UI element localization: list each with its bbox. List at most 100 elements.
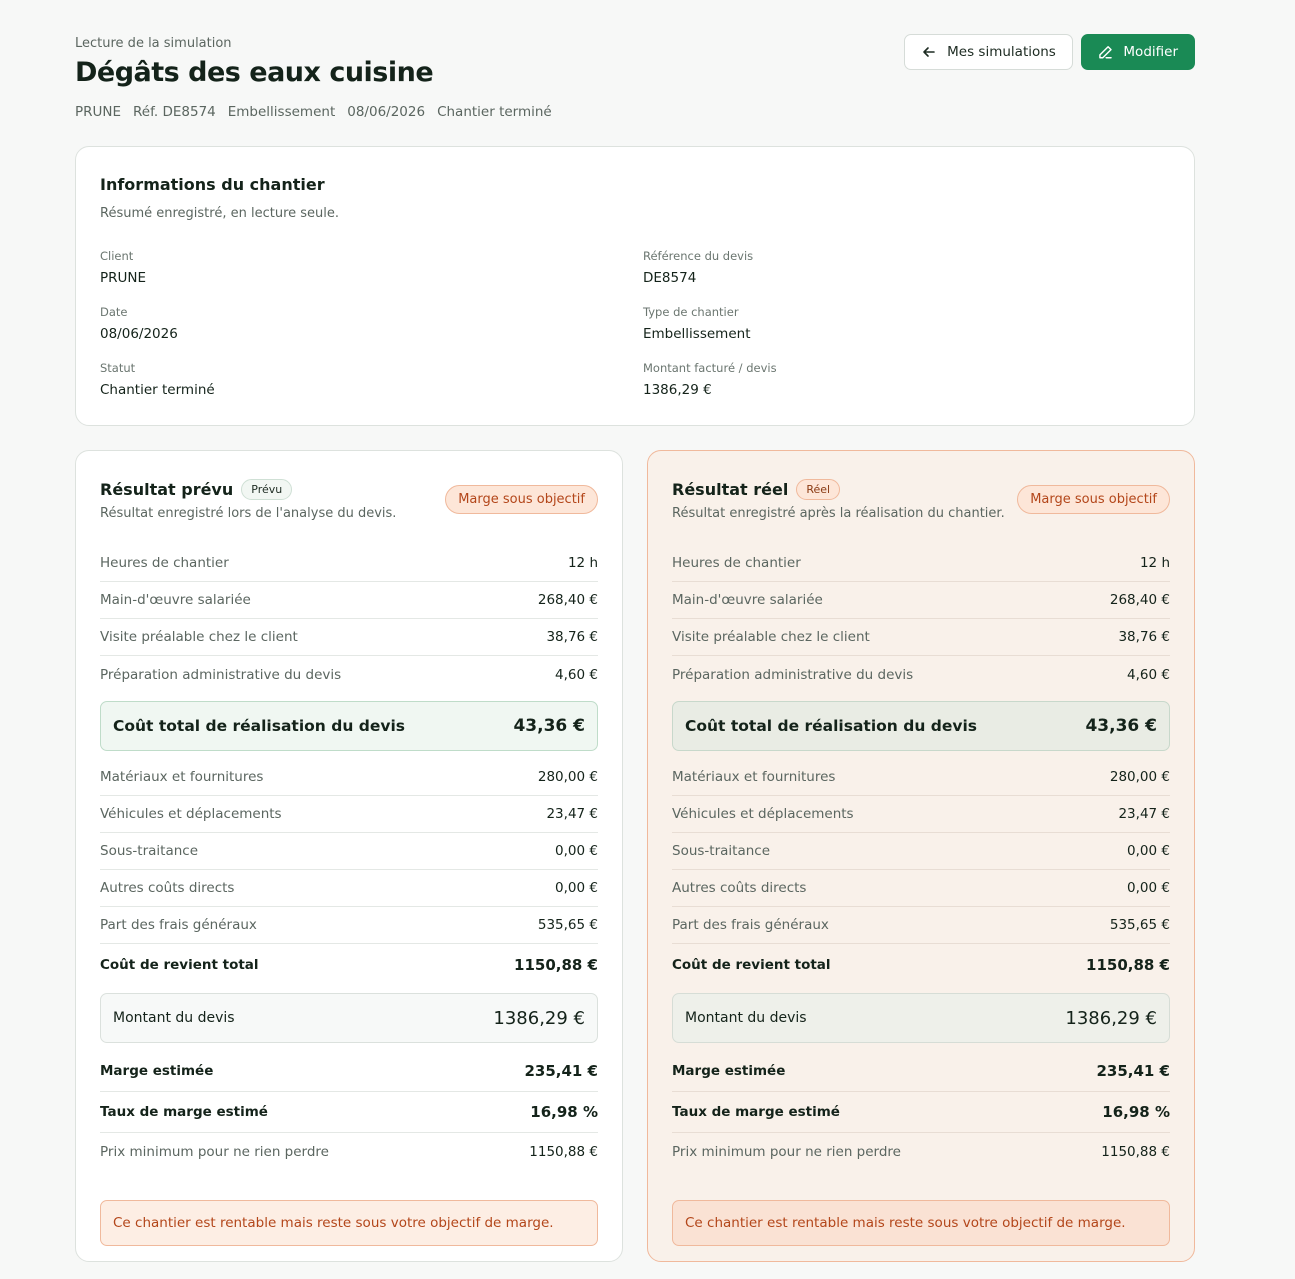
row-vehicles: Véhicules et déplacements 23,47 €: [100, 796, 598, 833]
row-label: Prix minimum pour ne rien perdre: [672, 1143, 901, 1160]
row-label: Autres coûts directs: [100, 880, 235, 896]
row-margin-rate: Taux de marge estimé 16,98 %: [672, 1092, 1170, 1133]
row-value: 0,00 €: [555, 880, 598, 896]
site-info-subtitle: Résumé enregistré, en lecture seule.: [100, 206, 340, 221]
real-result-header: Résultat réel Réel Résultat enregistré a…: [672, 479, 1170, 527]
row-label: Heures de chantier: [100, 555, 229, 571]
row-value: 38,76 €: [1118, 629, 1170, 645]
row-margin-rate: Taux de marge estimé 16,98 %: [100, 1092, 598, 1133]
row-value: 12 h: [1139, 555, 1170, 571]
row-label: Préparation administrative du devis: [100, 666, 342, 683]
row-admin-prep: Préparation administrative du devis 4,60 …: [100, 656, 598, 693]
row-label: Taux de marge estimé: [672, 1104, 840, 1120]
row-site-hours: Heures de chantier 12 h: [100, 545, 598, 582]
row-estimated-margin: Marge estimée 235,41 €: [672, 1051, 1170, 1092]
page-meta: PRUNE Réf. DE8574 Embellissement 08/06/2…: [75, 104, 1195, 120]
quote-amount-box: Montant du devis 1386,29 €: [672, 993, 1170, 1043]
row-total-cost: Coût de revient total 1150,88 €: [672, 944, 1170, 985]
info-value: Embellissement: [643, 326, 751, 342]
row-value: 1150,88 €: [529, 1143, 598, 1160]
row-label: Main-d'œuvre salariée: [100, 592, 251, 608]
row-materials: Matériaux et fournitures 280,00 €: [100, 759, 598, 796]
amount-value: 1386,29 €: [493, 1007, 585, 1029]
my-simulations-button[interactable]: Mes simulations: [904, 34, 1073, 70]
row-label: Prix minimum pour ne rien perdre: [100, 1143, 329, 1160]
row-value: 268,40 €: [537, 592, 598, 608]
row-value: 1150,88 €: [514, 955, 598, 974]
row-visit: Visite préalable chez le client 38,76 €: [672, 619, 1170, 656]
meta-date: 08/06/2026: [347, 104, 426, 120]
info-value: PRUNE: [100, 270, 147, 286]
info-value: Chantier terminé: [100, 382, 215, 398]
real-result-card: Résultat réel Réel Résultat enregistré a…: [647, 450, 1195, 1262]
edit-label: Modifier: [1123, 44, 1178, 60]
row-value: 0,00 €: [1127, 843, 1170, 859]
info-label: Type de chantier: [643, 305, 739, 319]
row-label: Main-d'œuvre salariée: [672, 592, 823, 608]
row-label: Marge estimée: [672, 1063, 786, 1079]
info-date: Date 08/06/2026: [100, 305, 500, 342]
row-label: Coût de revient total: [672, 956, 831, 973]
real-margin-alert: Ce chantier est rentable mais reste sous…: [672, 1200, 1170, 1246]
amount-label: Montant du devis: [113, 1010, 235, 1026]
row-label: Sous-traitance: [100, 843, 199, 859]
row-label: Sous-traitance: [672, 843, 771, 859]
row-overheads: Part des frais généraux 535,65 €: [100, 907, 598, 944]
info-label: Référence du devis: [643, 249, 754, 263]
row-minimum-price: Prix minimum pour ne rien perdre 1150,88 …: [100, 1133, 598, 1170]
row-value: 16,98 %: [1102, 1103, 1170, 1121]
row-label: Heures de chantier: [672, 555, 801, 571]
edit-button[interactable]: Modifier: [1081, 34, 1195, 70]
info-billed-amount: Montant facturé / devis 1386,29 €: [643, 361, 1043, 398]
amount-value: 1386,29 €: [1065, 1007, 1157, 1029]
planned-result-header: Résultat prévu Prévu Résultat enregistré…: [100, 479, 598, 527]
row-value: 4,60 €: [555, 666, 598, 683]
info-label: Montant facturé / devis: [643, 361, 777, 375]
row-site-hours: Heures de chantier 12 h: [672, 545, 1170, 582]
row-value: 23,47 €: [1118, 806, 1170, 822]
row-value: 280,00 €: [1109, 769, 1170, 785]
row-admin-prep: Préparation administrative du devis 4,60 …: [672, 656, 1170, 693]
planned-margin-alert: Ce chantier est rentable mais reste sous…: [100, 1200, 598, 1246]
highlight-label: Coût total de réalisation du devis: [685, 717, 978, 735]
info-status: Statut Chantier terminé: [100, 361, 500, 398]
info-label: Client: [100, 249, 134, 263]
quote-total-cost-highlight: Coût total de réalisation du devis 43,36 …: [100, 701, 598, 751]
real-result-rows: Heures de chantier 12 h Main-d'œuvre sala…: [672, 545, 1170, 1170]
meta-client: PRUNE: [75, 104, 122, 120]
row-value: 0,00 €: [1127, 880, 1170, 896]
highlight-label: Coût total de réalisation du devis: [113, 717, 406, 735]
row-value: 1150,88 €: [1101, 1143, 1170, 1160]
info-label: Date: [100, 305, 128, 319]
row-other-costs: Autres coûts directs 0,00 €: [672, 870, 1170, 907]
row-estimated-margin: Marge estimée 235,41 €: [100, 1051, 598, 1092]
quote-amount-box: Montant du devis 1386,29 €: [100, 993, 598, 1043]
row-value: 4,60 €: [1127, 666, 1170, 683]
real-margin-badge: Marge sous objectif: [1017, 485, 1170, 514]
row-total-cost: Coût de revient total 1150,88 €: [100, 944, 598, 985]
row-value: 535,65 €: [537, 917, 598, 933]
info-quote-reference: Référence du devis DE8574: [643, 249, 1043, 286]
meta-type: Embellissement: [227, 104, 336, 120]
row-value: 23,47 €: [546, 806, 598, 822]
planned-result-rows: Heures de chantier 12 h Main-d'œuvre sala…: [100, 545, 598, 1170]
meta-reference: Réf. DE8574: [133, 104, 216, 120]
row-value: 16,98 %: [530, 1103, 598, 1121]
row-label: Véhicules et déplacements: [100, 806, 282, 822]
amount-label: Montant du devis: [685, 1010, 807, 1026]
row-labor: Main-d'œuvre salariée 268,40 €: [672, 582, 1170, 619]
row-label: Marge estimée: [100, 1063, 214, 1079]
info-value: 1386,29 €: [643, 382, 712, 398]
my-simulations-label: Mes simulations: [947, 44, 1056, 60]
row-value: 12 h: [567, 555, 598, 571]
row-other-costs: Autres coûts directs 0,00 €: [100, 870, 598, 907]
row-overheads: Part des frais généraux 535,65 €: [672, 907, 1170, 944]
row-value: 235,41 €: [524, 1062, 598, 1080]
planned-result-card: Résultat prévu Prévu Résultat enregistré…: [75, 450, 623, 1262]
row-label: Taux de marge estimé: [100, 1104, 268, 1120]
row-materials: Matériaux et fournitures 280,00 €: [672, 759, 1170, 796]
row-label: Coût de revient total: [100, 956, 259, 973]
planned-margin-badge: Marge sous objectif: [445, 485, 598, 514]
real-result-title: Résultat réel: [672, 480, 789, 499]
row-label: Matériaux et fournitures: [100, 769, 264, 785]
